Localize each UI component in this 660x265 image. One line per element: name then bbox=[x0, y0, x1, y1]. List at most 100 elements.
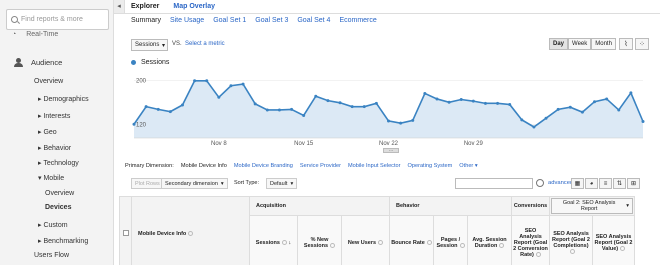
advanced-filter-link[interactable]: advanced bbox=[548, 180, 573, 186]
goal-dropdown[interactable]: Goal 2: SEO Analysis Report ▾ bbox=[551, 198, 633, 214]
sessions-point[interactable] bbox=[374, 101, 378, 105]
sessions-point[interactable] bbox=[423, 91, 427, 95]
sort-type-dropdown[interactable]: Default ▾ bbox=[266, 178, 298, 189]
sessions-point[interactable] bbox=[217, 95, 221, 99]
table-search-input[interactable] bbox=[455, 178, 533, 189]
sidebar-item-overview[interactable]: Overview bbox=[34, 78, 63, 85]
dim-mobile-input-selector[interactable]: Mobile Input Selector bbox=[348, 163, 401, 169]
sidebar-item-realtime[interactable]: ◔ Real-Time bbox=[12, 31, 58, 39]
sessions-point[interactable] bbox=[241, 82, 245, 86]
sidebar-item-technology[interactable]: ▸ Technology bbox=[38, 159, 79, 167]
tab-map-overlay[interactable]: Map Overlay bbox=[173, 3, 215, 10]
col-bounce-rate[interactable]: Bounce Rate bbox=[389, 215, 434, 265]
col-sessions[interactable]: Sessions ↓ bbox=[249, 215, 298, 265]
subtab-summary[interactable]: Summary bbox=[131, 17, 161, 24]
sidebar-item-mobile-overview[interactable]: Overview bbox=[45, 190, 74, 197]
sessions-point[interactable] bbox=[314, 94, 318, 98]
comparison-view-icon[interactable]: ⇅ bbox=[613, 178, 626, 189]
col-goal2-value[interactable]: SEO Analysis Report (Goal 2 Value) bbox=[592, 215, 635, 265]
subtab-site-usage[interactable]: Site Usage bbox=[170, 17, 204, 24]
sessions-point[interactable] bbox=[447, 100, 451, 104]
sessions-point[interactable] bbox=[471, 99, 475, 103]
sessions-point[interactable] bbox=[399, 121, 403, 125]
sidebar-item-interests[interactable]: ▸ Interests bbox=[38, 112, 70, 120]
sidebar-item-geo[interactable]: ▸ Geo bbox=[38, 128, 57, 136]
collapse-sidebar-button[interactable]: ◂ bbox=[114, 0, 125, 14]
subtab-goal-set-3[interactable]: Goal Set 3 bbox=[255, 17, 288, 24]
sidebar-item-custom[interactable]: ▸ Custom bbox=[38, 221, 68, 229]
help-icon[interactable] bbox=[535, 252, 541, 258]
sessions-point[interactable] bbox=[144, 105, 148, 109]
pivot-view-icon[interactable]: ⊞ bbox=[627, 178, 640, 189]
sidebar-item-users-flow[interactable]: Users Flow bbox=[34, 252, 69, 259]
sessions-point[interactable] bbox=[483, 101, 487, 105]
subtab-goal-set-4[interactable]: Goal Set 4 bbox=[297, 17, 330, 24]
dim-other[interactable]: Other ▾ bbox=[459, 163, 477, 169]
line-chart-icon[interactable]: ⌇ bbox=[619, 38, 633, 50]
dim-mobile-device-branding[interactable]: Mobile Device Branding bbox=[234, 163, 293, 169]
sidebar-item-demographics[interactable]: ▸ Demographics bbox=[38, 95, 89, 103]
scatter-icon[interactable]: ⁘ bbox=[635, 38, 649, 50]
sessions-point[interactable] bbox=[253, 102, 257, 106]
sessions-point[interactable] bbox=[168, 110, 172, 114]
help-icon[interactable] bbox=[620, 246, 626, 252]
sessions-point[interactable] bbox=[229, 84, 233, 88]
metric-dropdown[interactable]: Sessions ▾ bbox=[131, 39, 168, 51]
performance-view-icon[interactable]: ≡ bbox=[599, 178, 612, 189]
help-icon[interactable] bbox=[378, 240, 384, 246]
sessions-point[interactable] bbox=[277, 108, 281, 112]
col-avg-session-duration[interactable]: Avg. Session Duration bbox=[467, 215, 512, 265]
dim-operating-system[interactable]: Operating System bbox=[408, 163, 453, 169]
sessions-point[interactable] bbox=[641, 120, 645, 123]
subtab-goal-set-1[interactable]: Goal Set 1 bbox=[213, 17, 246, 24]
period-week-button[interactable]: Week bbox=[568, 38, 592, 50]
sessions-point[interactable] bbox=[520, 118, 524, 122]
select-metric-link[interactable]: Select a metric bbox=[185, 41, 225, 47]
sessions-point[interactable] bbox=[496, 101, 500, 105]
sessions-point[interactable] bbox=[156, 107, 160, 111]
sessions-point[interactable] bbox=[617, 108, 621, 112]
sessions-point[interactable] bbox=[435, 97, 439, 101]
pie-view-icon[interactable]: ◕ bbox=[585, 178, 598, 189]
subtab-ecommerce[interactable]: Ecommerce bbox=[339, 17, 376, 24]
col-goal2-conversion-rate[interactable]: SEO Analysis Report (Goal 2 Conversion R… bbox=[511, 215, 550, 265]
select-all-checkbox[interactable] bbox=[122, 229, 129, 236]
sessions-point[interactable] bbox=[180, 103, 184, 107]
help-icon[interactable] bbox=[459, 243, 465, 249]
sessions-point[interactable] bbox=[544, 116, 548, 120]
sessions-point[interactable] bbox=[556, 107, 560, 111]
sessions-point[interactable] bbox=[302, 113, 306, 117]
help-icon[interactable] bbox=[426, 240, 432, 246]
sidebar-item-devices[interactable]: Devices bbox=[45, 204, 71, 211]
period-day-button[interactable]: Day bbox=[549, 38, 569, 50]
col-new-users[interactable]: New Users bbox=[341, 215, 390, 265]
help-icon[interactable] bbox=[330, 243, 336, 249]
sessions-point[interactable] bbox=[508, 102, 512, 106]
sessions-point[interactable] bbox=[338, 101, 342, 105]
sessions-point[interactable] bbox=[629, 91, 633, 95]
search-icon[interactable] bbox=[536, 179, 544, 187]
col-goal2-completions[interactable]: SEO Analysis Report (Goal 2 Completions) bbox=[549, 215, 593, 265]
sessions-point[interactable] bbox=[593, 100, 597, 104]
sidebar-item-mobile[interactable]: ▾ Mobile bbox=[38, 174, 64, 182]
sessions-point[interactable] bbox=[265, 108, 269, 112]
sessions-point[interactable] bbox=[205, 79, 209, 83]
period-month-button[interactable]: Month bbox=[591, 38, 616, 50]
sessions-point[interactable] bbox=[459, 98, 463, 101]
sessions-point[interactable] bbox=[193, 79, 197, 83]
sessions-point[interactable] bbox=[387, 119, 390, 123]
sidebar-item-behavior[interactable]: ▸ Behavior bbox=[38, 144, 71, 152]
sessions-point[interactable] bbox=[362, 105, 366, 109]
col-new-sessions[interactable]: % New Sessions bbox=[297, 215, 342, 265]
sessions-point[interactable] bbox=[605, 97, 609, 101]
data-table-view-icon[interactable]: ▦ bbox=[571, 178, 584, 189]
sidebar-item-benchmarking[interactable]: ▸ Benchmarking bbox=[38, 237, 88, 245]
help-icon[interactable] bbox=[499, 243, 505, 249]
help-icon[interactable] bbox=[281, 240, 287, 246]
sidebar-item-audience[interactable]: Audience bbox=[14, 58, 62, 67]
sessions-point[interactable] bbox=[568, 105, 572, 109]
help-icon[interactable] bbox=[569, 249, 575, 255]
sessions-point[interactable] bbox=[532, 125, 536, 129]
sessions-point[interactable] bbox=[350, 105, 354, 109]
sidebar-search[interactable]: Find reports & more bbox=[6, 9, 109, 30]
